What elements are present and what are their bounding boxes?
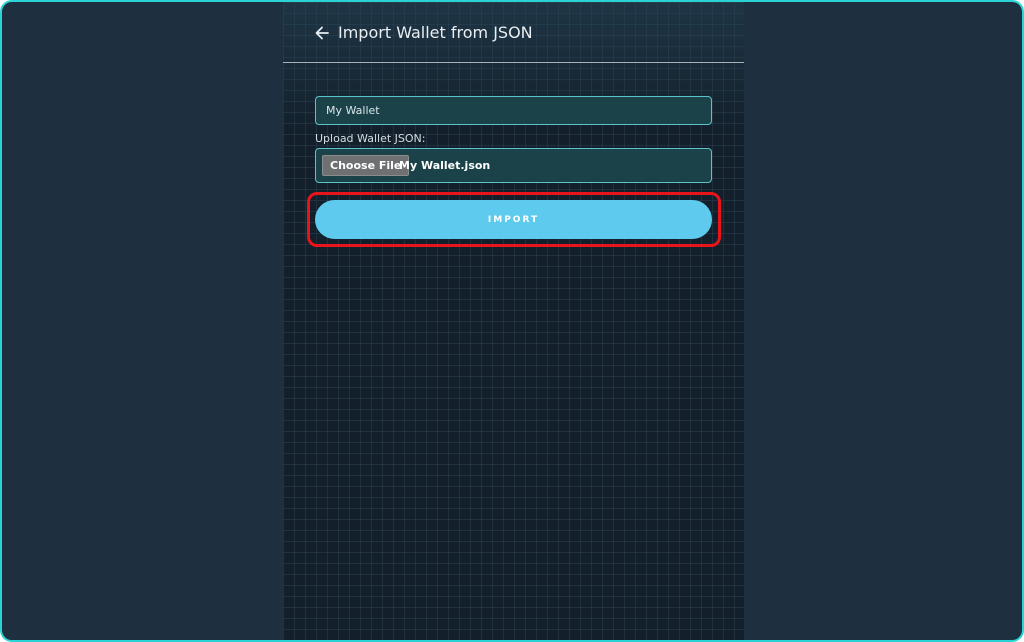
main-panel: Import Wallet from JSON Upload Wallet JS… xyxy=(283,2,744,640)
arrow-left-icon xyxy=(315,26,329,40)
file-upload-field[interactable]: Choose File My Wallet.json xyxy=(315,148,712,183)
back-button[interactable] xyxy=(311,22,333,44)
choose-file-button[interactable]: Choose File xyxy=(322,155,410,176)
wallet-name-input[interactable] xyxy=(315,96,712,125)
page-header: Import Wallet from JSON xyxy=(283,2,744,63)
selected-file-name: My Wallet.json xyxy=(399,159,491,172)
import-button[interactable]: IMPORT xyxy=(315,200,712,239)
app-frame: Import Wallet from JSON Upload Wallet JS… xyxy=(0,0,1024,642)
upload-label: Upload Wallet JSON: xyxy=(315,132,426,145)
page-title: Import Wallet from JSON xyxy=(338,23,533,42)
